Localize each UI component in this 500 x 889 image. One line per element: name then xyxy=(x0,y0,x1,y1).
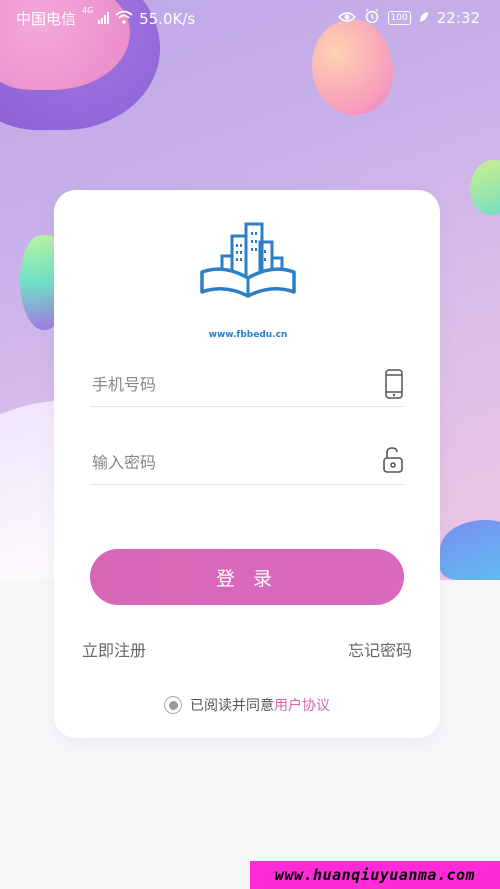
alarm-icon xyxy=(364,8,380,28)
user-agreement-link[interactable]: 用户协议 xyxy=(274,695,330,715)
network-type: 4G xyxy=(82,5,94,15)
status-bar: 中国电信 4G 55.0K/s 100 22:32 xyxy=(0,0,500,34)
leaf-icon xyxy=(419,9,429,27)
login-card: www.fbbedu.cn 手机号码 登 录 立即注册 忘记密码 已阅读并同意 … xyxy=(54,190,440,738)
wifi-icon xyxy=(115,10,133,28)
forgot-password-link[interactable]: 忘记密码 xyxy=(348,637,412,661)
logo: www.fbbedu.cn xyxy=(196,218,300,340)
password-field xyxy=(90,440,404,485)
agreement-text: 已阅读并同意 xyxy=(190,698,274,714)
password-input[interactable] xyxy=(90,446,364,478)
unlock-icon xyxy=(382,446,404,478)
signal-icon: 4G xyxy=(82,6,110,28)
battery-icon: 100 xyxy=(387,11,411,25)
eye-icon xyxy=(337,9,356,27)
login-button[interactable]: 登 录 xyxy=(90,549,404,605)
book-city-icon xyxy=(200,222,296,298)
phone-field xyxy=(90,362,404,407)
decorative-blob xyxy=(440,520,500,580)
clock-time: 22:32 xyxy=(436,9,480,27)
network-speed: 55.0K/s xyxy=(139,9,196,28)
mobile-phone-icon xyxy=(384,368,404,404)
login-screen: 中国电信 4G 55.0K/s 100 22:32 www.fbbedu.cn … xyxy=(0,0,500,889)
carrier-label: 中国电信 xyxy=(16,10,77,28)
watermark-banner: www.huanqiuyuanma.com xyxy=(250,861,500,889)
brand-url: www.fbbedu.cn xyxy=(208,330,288,340)
agree-radio[interactable] xyxy=(164,696,182,714)
register-link[interactable]: 立即注册 xyxy=(82,637,146,661)
phone-input[interactable] xyxy=(90,368,364,400)
agreement-row: 已阅读并同意 用户协议 xyxy=(54,695,440,715)
decorative-blob xyxy=(470,160,500,215)
